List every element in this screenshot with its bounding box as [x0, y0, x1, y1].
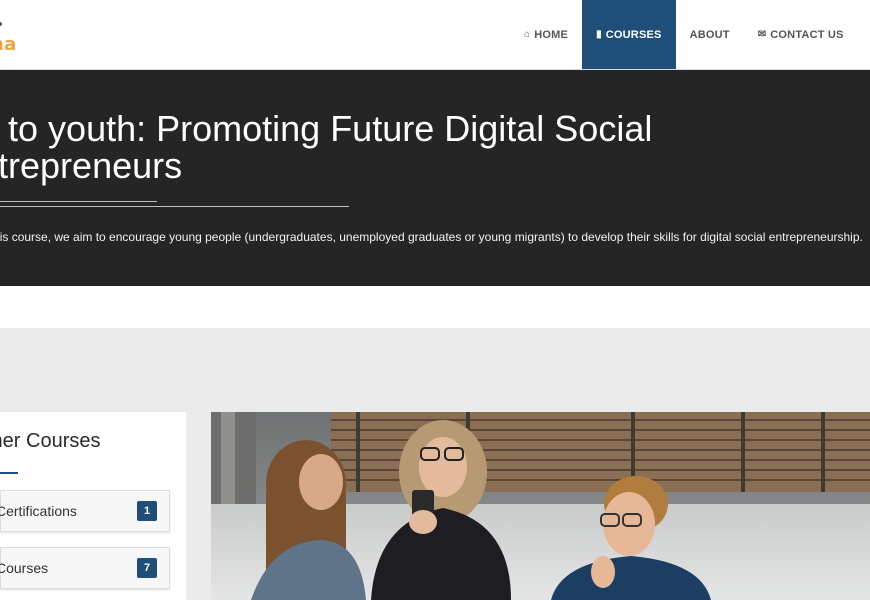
site-logo[interactable]: ona: [0, 22, 40, 50]
nav-home-label: HOME: [534, 28, 569, 41]
title-underline: [0, 472, 18, 474]
envelope-icon: ✉: [757, 29, 767, 40]
nav-about[interactable]: ABOUT: [676, 0, 744, 69]
title-divider-long: [0, 206, 349, 207]
home-icon: ⌂: [524, 29, 531, 40]
course-title-line1: p to youth: Promoting Future Digital Soc…: [0, 108, 653, 149]
book-icon: ▮: [596, 29, 602, 40]
nav-user-partial[interactable]: ●: [858, 0, 870, 69]
course-hero: p to youth: Promoting Future Digital Soc…: [0, 70, 870, 286]
logo-text: ona: [0, 34, 17, 50]
nav-courses-label: COURSES: [605, 28, 662, 41]
other-courses-card: ther Courses Certifications 1 Courses 7: [0, 412, 186, 600]
count-badge: 7: [137, 558, 157, 578]
count-badge: 1: [137, 501, 157, 521]
sidebar-item-label: Certifications: [0, 503, 77, 519]
nav-home[interactable]: ⌂ HOME: [510, 0, 582, 69]
sidebar-item-label: Courses: [0, 560, 49, 576]
nav-contact[interactable]: ✉ CONTACT US: [744, 0, 858, 69]
section-spacer: [0, 286, 870, 328]
sidebar-item-courses[interactable]: Courses 7: [0, 547, 170, 589]
top-navbar: ona ⌂ HOME ▮ COURSES ABOUT ✉ CONTACT US …: [0, 0, 870, 70]
course-title: p to youth: Promoting Future Digital Soc…: [0, 110, 738, 184]
nav-contact-label: CONTACT US: [770, 28, 844, 41]
other-courses-title: ther Courses: [0, 430, 101, 452]
course-photo-illustration: [211, 412, 870, 600]
title-divider-short: [0, 201, 157, 202]
main-nav: ⌂ HOME ▮ COURSES ABOUT ✉ CONTACT US ●: [510, 0, 870, 69]
course-title-line2: ntrepreneurs: [0, 145, 183, 186]
sidebar-item-certifications[interactable]: Certifications 1: [0, 490, 170, 532]
nav-about-label: ABOUT: [689, 28, 730, 41]
course-image: [211, 412, 870, 600]
course-description: gh this course, we aim to encourage youn…: [0, 230, 863, 244]
logo-mark: [0, 22, 2, 26]
nav-courses[interactable]: ▮ COURSES: [582, 0, 676, 69]
